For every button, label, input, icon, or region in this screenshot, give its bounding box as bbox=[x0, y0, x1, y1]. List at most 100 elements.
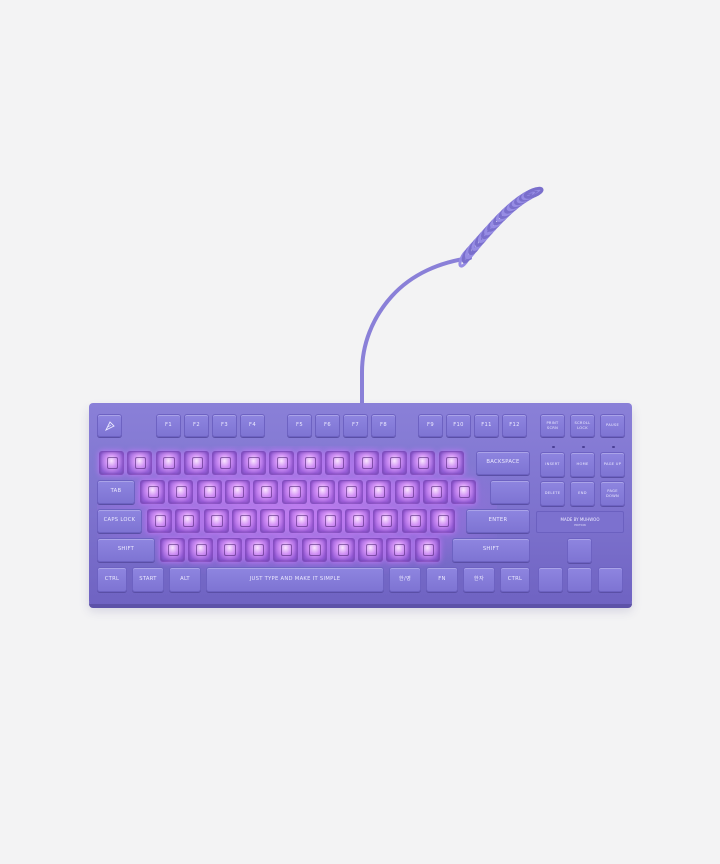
transparent-keycap bbox=[430, 509, 455, 533]
key-f2: F2 bbox=[184, 414, 209, 437]
key-nav-mid2-2: PAGE DOWN bbox=[600, 481, 625, 506]
key-nav-mid1-1: HOME bbox=[570, 452, 595, 477]
key-f4: F4 bbox=[240, 414, 265, 437]
transparent-keycap bbox=[212, 451, 238, 475]
key-f7-label: F7 bbox=[352, 421, 359, 428]
key-nav-top-1: SCROLL LOCK bbox=[570, 414, 595, 437]
transparent-keycap bbox=[240, 451, 266, 475]
transparent-keycap bbox=[373, 509, 399, 533]
key-backspace-label: BACKSPACE bbox=[486, 459, 520, 466]
transparent-keycap bbox=[168, 480, 194, 504]
transparent-keycap bbox=[244, 538, 270, 562]
transparent-keycap bbox=[147, 509, 172, 533]
key-f4-label: F4 bbox=[249, 421, 256, 428]
key-shift-right-label: SHIFT bbox=[482, 546, 500, 553]
key-f10-label: F10 bbox=[453, 421, 464, 428]
logo-key bbox=[97, 414, 122, 437]
key-nav-top-0-label: PRINT SCRN bbox=[546, 421, 559, 430]
transparent-keycap bbox=[175, 509, 201, 533]
key-arrow-down bbox=[567, 567, 592, 592]
key-ctrl-left-label: CTRL bbox=[104, 575, 120, 582]
transparent-keycap bbox=[140, 480, 165, 504]
key-enter-label: ENTER bbox=[488, 517, 508, 524]
key-f6-label: F6 bbox=[324, 421, 331, 428]
key-nav-top-2-label: PAUSE bbox=[605, 423, 620, 428]
transparent-keycap bbox=[394, 480, 420, 504]
transparent-keycap bbox=[273, 538, 299, 562]
key-nav-mid1-0-label: INSERT bbox=[545, 462, 560, 467]
key-shift-left-label: SHIFT bbox=[117, 546, 135, 553]
key-backslash bbox=[490, 480, 530, 504]
key-shift-right: SHIFT bbox=[452, 538, 530, 562]
key-shift-left: SHIFT bbox=[97, 538, 155, 562]
transparent-keycap bbox=[260, 509, 286, 533]
key-nav-mid2-2-label: PAGE DOWN bbox=[605, 489, 620, 498]
key-nav-mid2-0-label: DELETE bbox=[544, 491, 561, 496]
transparent-keycap bbox=[366, 480, 392, 504]
key-arrow-left bbox=[538, 567, 563, 592]
transparent-keycap bbox=[423, 480, 448, 504]
brand-plate: MADE BY MUHWOO EDITION bbox=[536, 511, 624, 533]
key-hanja: 한자 bbox=[463, 567, 495, 592]
indicator-led bbox=[552, 446, 555, 448]
key-arrow-up bbox=[567, 538, 592, 563]
key-nav-mid2-0: DELETE bbox=[540, 481, 565, 506]
indicator-led bbox=[612, 446, 615, 448]
key-nav-mid1-2-label: PAGE UP bbox=[603, 462, 622, 467]
key-ctrl-left: CTRL bbox=[97, 567, 127, 592]
key-enter: ENTER bbox=[466, 509, 530, 533]
transparent-keycap bbox=[253, 480, 279, 504]
key-f1: F1 bbox=[156, 414, 181, 437]
key-f10: F10 bbox=[446, 414, 471, 437]
transparent-keycap bbox=[297, 451, 323, 475]
key-nav-top-1-label: SCROLL LOCK bbox=[574, 421, 591, 430]
key-f3-label: F3 bbox=[221, 421, 228, 428]
indicator-led bbox=[582, 446, 585, 448]
key-arrow-right bbox=[598, 567, 623, 592]
key-f8: F8 bbox=[371, 414, 396, 437]
transparent-keycap bbox=[353, 451, 379, 475]
key-nav-top-2: PAUSE bbox=[600, 414, 625, 437]
key-ctrl-right-label: CTRL bbox=[507, 575, 523, 582]
transparent-keycap bbox=[414, 538, 440, 562]
transparent-keycap bbox=[203, 509, 229, 533]
transparent-keycap bbox=[183, 451, 209, 475]
key-f6: F6 bbox=[315, 414, 340, 437]
key-hanja-label: 한자 bbox=[473, 575, 485, 582]
transparent-keycap bbox=[188, 538, 214, 562]
key-f11: F11 bbox=[474, 414, 499, 437]
key-f3: F3 bbox=[212, 414, 237, 437]
transparent-keycap bbox=[358, 538, 384, 562]
transparent-keycap bbox=[438, 451, 464, 475]
key-f12: F12 bbox=[502, 414, 527, 437]
key-f5-label: F5 bbox=[296, 421, 303, 428]
key-f9-label: F9 bbox=[427, 421, 434, 428]
transparent-keycap bbox=[316, 509, 342, 533]
transparent-keycap bbox=[216, 538, 242, 562]
transparent-keycap bbox=[301, 538, 327, 562]
transparent-keycap bbox=[386, 538, 412, 562]
transparent-keycap bbox=[451, 480, 477, 504]
key-start-label: START bbox=[139, 575, 157, 582]
key-start: START bbox=[132, 567, 164, 592]
key-f1-label: F1 bbox=[165, 421, 172, 428]
key-fn: FN bbox=[426, 567, 458, 592]
key-caps-lock: CAPS LOCK bbox=[97, 509, 142, 533]
key-f2-label: F2 bbox=[193, 421, 200, 428]
key-nav-mid1-0: INSERT bbox=[540, 452, 565, 477]
key-alt: ALT bbox=[169, 567, 201, 592]
transparent-keycap bbox=[345, 509, 371, 533]
key-f7: F7 bbox=[343, 414, 368, 437]
cable-coil bbox=[458, 186, 544, 268]
transparent-keycap bbox=[401, 509, 427, 533]
transparent-keycap bbox=[196, 480, 222, 504]
transparent-keycap bbox=[288, 509, 314, 533]
transparent-keycap bbox=[338, 480, 364, 504]
transparent-keycap bbox=[309, 480, 335, 504]
key-tab: TAB bbox=[97, 480, 135, 504]
key-nav-mid1-2: PAGE UP bbox=[600, 452, 625, 477]
key-nav-mid1-1-label: HOME bbox=[576, 462, 589, 467]
transparent-keycap bbox=[231, 509, 257, 533]
key-tab-label: TAB bbox=[110, 488, 122, 495]
key-hangul-label: 한/영 bbox=[398, 575, 412, 582]
